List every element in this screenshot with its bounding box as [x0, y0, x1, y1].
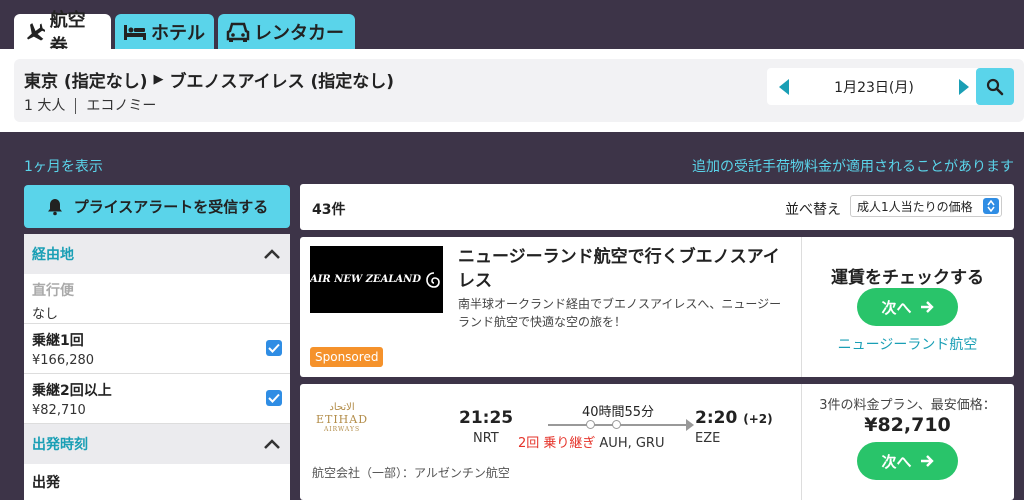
stops-option-two-plus[interactable]: 乗継2回以上 ¥82,710 — [24, 374, 290, 424]
sort-label: 並べ替え — [785, 202, 841, 218]
price-alert-button[interactable]: プライスアラートを受信する — [24, 185, 290, 228]
search-button[interactable] — [976, 68, 1014, 105]
stops-header-label: 経由地 — [32, 247, 74, 263]
tab-rental-cars[interactable]: レンタカー — [218, 14, 355, 49]
departure-label: 出発 — [32, 475, 60, 491]
search-summary: 東京 (指定なし) ▶ ブエノスアイレス (指定なし) 1 大人 エコノミー 1月… — [0, 49, 1024, 132]
next-label: 次へ — [881, 298, 912, 317]
arrival-time: 2:20 (+2) — [695, 408, 773, 428]
ad-description: 南半球オークランド経由でブエノスアイレスへ、ニュージーランド航空で快適な空の旅を… — [458, 297, 782, 329]
bell-icon — [47, 198, 62, 215]
filter-sidebar: 経由地 直行便 なし 乗継1回 ¥166,280 乗継2回以上 ¥82,710 … — [24, 234, 290, 500]
option-price: ¥166,280 — [32, 353, 95, 368]
stops-count: 2回 乗り継ぎ — [518, 436, 596, 451]
product-tabs: 航空券 ホテル レンタカー — [14, 10, 355, 57]
fare-plans-text: 3件の料金プラン、最安価格： — [819, 398, 996, 413]
divider — [75, 98, 77, 114]
tab-flights[interactable]: 航空券 — [14, 10, 111, 57]
logo-text: ETIHAD — [315, 413, 369, 426]
operated-by: 航空会社（一部）：アルゼンチン航空 — [312, 466, 510, 480]
check-fare-text: 運賃をチェックする — [831, 268, 984, 288]
flight-duration: 40時間55分 — [581, 405, 655, 420]
cabin-class: エコノミー — [86, 98, 157, 114]
select-arrows-icon — [983, 198, 999, 214]
card-divider — [801, 237, 802, 377]
koru-icon — [426, 271, 440, 288]
lowest-price: ¥82,710 — [864, 414, 951, 436]
sort-select[interactable]: 成人1人当たりの価格 — [850, 195, 1002, 217]
option-label: 乗継1回 — [32, 333, 84, 349]
stops-option-one-stop[interactable]: 乗継1回 ¥166,280 — [24, 324, 290, 374]
arrival-clock: 2:20 — [695, 408, 738, 428]
arrow-right-icon — [920, 301, 934, 313]
via-airports: AUH, GRU — [599, 436, 665, 451]
airline-link[interactable]: ニュージーランド航空 — [801, 334, 1014, 354]
arrow-right-icon — [920, 455, 934, 467]
baggage-fee-note: 追加の受託手荷物料金が適用されることがあります — [692, 159, 1014, 175]
one-stop-checkbox[interactable] — [266, 340, 282, 356]
route-arrowhead — [686, 419, 694, 431]
arrival-airport: EZE — [695, 431, 721, 446]
flight-result-card[interactable]: الاتحاد ETIHAD AIRWAYS 21:25 NRT 40時間55分… — [300, 384, 1014, 500]
stop-dot — [612, 420, 621, 429]
two-plus-stops-checkbox[interactable] — [266, 390, 282, 406]
flight-next-button[interactable]: 次へ — [857, 442, 958, 480]
arrow-left-icon — [779, 78, 789, 95]
airplane-icon — [22, 20, 46, 44]
option-label: 直行便 — [32, 283, 74, 299]
prev-date-button[interactable] — [767, 68, 801, 105]
departure-time: 21:25 — [459, 408, 514, 428]
tab-label: レンタカー — [254, 22, 344, 44]
route-line — [548, 419, 694, 431]
next-label: 次へ — [881, 452, 912, 471]
stops-info: 2回 乗り継ぎ AUH, GRU — [518, 432, 664, 451]
bed-icon — [123, 20, 147, 44]
departure-time-option: 出発 — [24, 464, 290, 500]
show-month-link[interactable]: 1ヶ月を表示 — [24, 156, 103, 176]
price-alert-label: プライスアラートを受信する — [73, 198, 269, 216]
ad-next-button[interactable]: 次へ — [857, 288, 958, 326]
stops-option-nonstop: 直行便 なし — [24, 274, 290, 324]
date-selector: 1月23日(月) — [767, 68, 981, 105]
selected-date[interactable]: 1月23日(月) — [801, 77, 947, 97]
time-header-label: 出発時刻 — [32, 437, 88, 453]
option-price: なし — [32, 307, 59, 322]
day-offset: (+2) — [743, 412, 773, 426]
search-icon — [986, 78, 1004, 95]
air-new-zealand-logo: AIR NEW ZEALAND — [310, 246, 443, 313]
results-header: 43件 並べ替え 成人1人当たりの価格 — [300, 184, 1014, 230]
panel-header: 1ヶ月を表示 追加の受託手荷物料金が適用されることがあります — [14, 132, 1024, 184]
option-label: 乗継2回以上 — [32, 383, 112, 399]
sponsored-result-card[interactable]: AIR NEW ZEALAND ニュージーランド航空で行くブエノスアイレス 南半… — [300, 237, 1014, 377]
etihad-logo: الاتحاد ETIHAD AIRWAYS — [312, 402, 372, 433]
departure-time-filter-header[interactable]: 出発時刻 — [24, 424, 290, 464]
results-panel: 1ヶ月を表示 追加の受託手荷物料金が適用されることがあります プライスアラートを… — [14, 132, 1024, 500]
tab-label: ホテル — [151, 22, 205, 44]
ad-title[interactable]: ニュージーランド航空で行くブエノスアイレス — [458, 245, 793, 293]
sort-value: 成人1人当たりの価格 — [857, 199, 973, 214]
passenger-info: 1 大人 エコノミー — [24, 95, 156, 115]
tab-hotels[interactable]: ホテル — [115, 14, 214, 49]
destination: ブエノスアイレス (指定なし) — [169, 72, 395, 92]
chevron-up-icon — [264, 249, 280, 259]
result-count: 43件 — [312, 202, 346, 218]
stop-dot — [586, 420, 595, 429]
sponsored-badge: Sponsored — [310, 347, 384, 367]
logo-arabic: الاتحاد — [329, 402, 355, 413]
passenger-count: 1 大人 — [24, 98, 66, 114]
departure-airport: NRT — [473, 431, 499, 446]
checkmark-icon — [268, 393, 280, 403]
route-title[interactable]: 東京 (指定なし) ▶ ブエノスアイレス (指定なし) — [24, 67, 394, 92]
logo-subtext: AIRWAYS — [323, 426, 361, 433]
checkmark-icon — [268, 343, 280, 353]
stops-filter-header[interactable]: 経由地 — [24, 234, 290, 274]
summary-box: 東京 (指定なし) ▶ ブエノスアイレス (指定なし) 1 大人 エコノミー 1月… — [14, 59, 1024, 122]
logo-text: AIR NEW ZEALAND — [310, 274, 421, 285]
option-price: ¥82,710 — [32, 403, 86, 418]
route-arrow-icon: ▶ — [153, 72, 164, 87]
chevron-up-icon — [264, 439, 280, 449]
car-icon — [226, 20, 250, 44]
origin: 東京 (指定なし) — [24, 72, 148, 92]
arrow-right-icon — [959, 78, 969, 95]
